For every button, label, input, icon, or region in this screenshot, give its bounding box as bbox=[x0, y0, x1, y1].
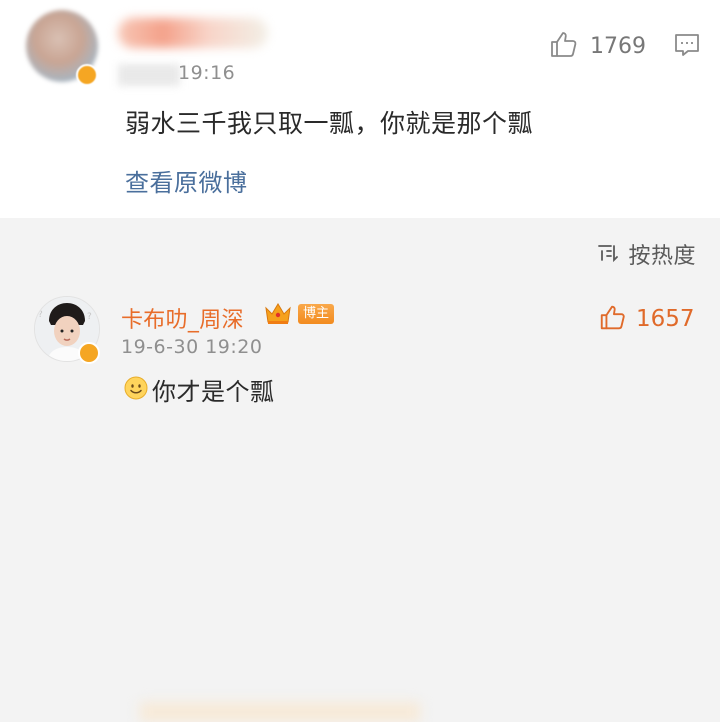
post-comment-button[interactable] bbox=[672, 30, 702, 64]
post-like-count: 1769 bbox=[590, 33, 646, 59]
svg-text:?: ? bbox=[87, 312, 92, 322]
verified-icon bbox=[78, 342, 100, 364]
comment-timestamp: 19-6-30 19:20 bbox=[121, 336, 263, 358]
original-post-card: 19:16 1769 弱水三千我只取一瓢，你就是那个瓢 查看原微博 bbox=[0, 0, 720, 218]
comment-author-name[interactable]: 卡布叻_周深 bbox=[121, 302, 244, 334]
comment-item: ? ? 卡布叻_周深 博主 19-6-30 19:20 1657 你才是个瓢 bbox=[0, 284, 720, 722]
post-author-name-redacted[interactable] bbox=[118, 18, 268, 48]
crown-icon bbox=[263, 300, 293, 330]
thumbs-up-icon bbox=[598, 302, 628, 336]
view-original-weibo-link[interactable]: 查看原微博 bbox=[125, 163, 248, 198]
smile-emoji-icon bbox=[124, 376, 148, 404]
post-like-button[interactable]: 1769 bbox=[548, 28, 646, 64]
post-date-redacted bbox=[118, 64, 180, 86]
next-comment-redacted bbox=[140, 702, 420, 722]
post-timestamp: 19:16 bbox=[178, 62, 236, 84]
sort-label: 按热度 bbox=[628, 244, 696, 269]
comment-icon bbox=[672, 34, 702, 64]
post-content-text: 弱水三千我只取一瓢，你就是那个瓢 bbox=[125, 109, 534, 138]
svg-text:?: ? bbox=[38, 310, 43, 320]
comment-like-count: 1657 bbox=[636, 306, 695, 332]
host-badge: 博主 bbox=[298, 304, 335, 324]
sort-icon bbox=[596, 240, 620, 268]
comments-sort-bar: 按热度 bbox=[0, 218, 720, 284]
thumbs-up-icon bbox=[548, 28, 580, 64]
comment-like-button[interactable]: 1657 bbox=[598, 302, 695, 336]
sort-by-popularity-button[interactable]: 按热度 bbox=[596, 238, 696, 270]
comment-text: 你才是个瓢 bbox=[152, 378, 275, 406]
comment-content: 你才是个瓢 bbox=[124, 372, 275, 407]
verified-icon bbox=[76, 64, 98, 86]
